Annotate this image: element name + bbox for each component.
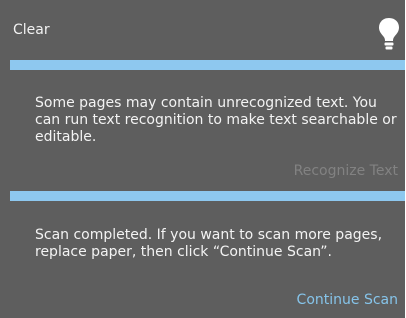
clear-button[interactable]: Clear: [13, 22, 50, 38]
notice-divider: [10, 60, 405, 70]
notice-message-text-recognition: Some pages may contain unrecognized text…: [35, 95, 397, 145]
panel-header: Clear: [0, 0, 405, 60]
lightbulb-icon[interactable]: [378, 17, 400, 53]
recognize-text-link[interactable]: Recognize Text: [294, 163, 398, 179]
notice-message-scan-completed: Scan completed. If you want to scan more…: [35, 227, 383, 260]
notification-panel: Clear Some pages may contain unrecognize…: [0, 0, 405, 318]
continue-scan-link[interactable]: Continue Scan: [297, 292, 398, 308]
notice-divider: [10, 191, 405, 201]
